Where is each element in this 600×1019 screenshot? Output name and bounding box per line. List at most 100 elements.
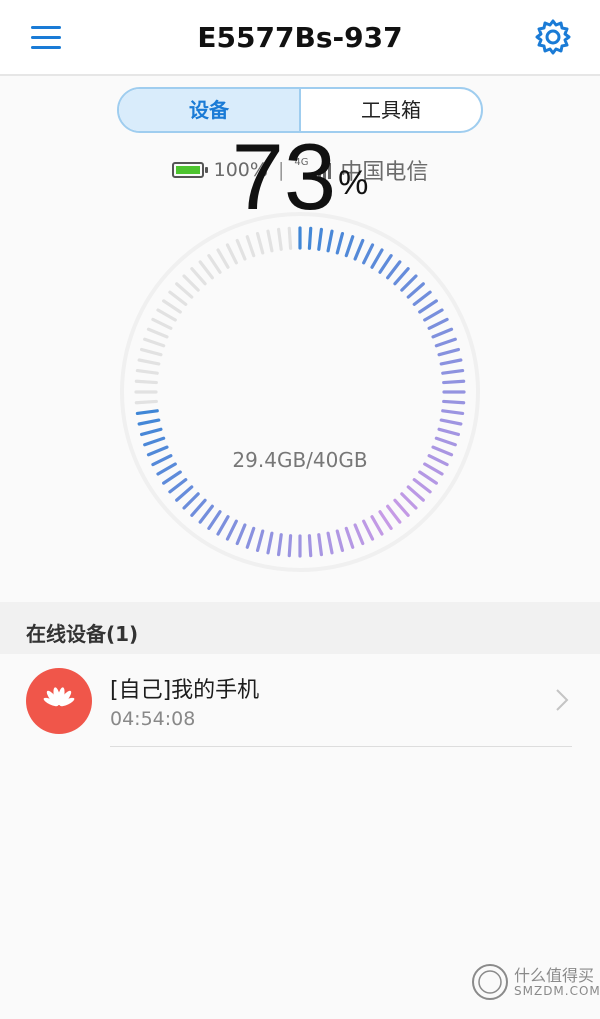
section-title: 在线设备(1) xyxy=(26,622,139,646)
gauge-tick-active xyxy=(441,368,465,375)
gauge-tick-active xyxy=(353,238,365,261)
gauge-tick-inactive xyxy=(156,308,177,322)
gauge-tick-active xyxy=(276,533,283,557)
gauge-tick-active xyxy=(198,504,214,524)
gauge-tick-active xyxy=(245,526,256,549)
gauge-tick-active xyxy=(423,308,444,322)
gauge-tick-active xyxy=(335,529,345,553)
gauge-tick-active xyxy=(378,254,393,274)
gauge-tick-active xyxy=(137,418,161,426)
gauge-tick-active xyxy=(441,409,465,416)
gauge-tick-active xyxy=(412,290,432,306)
smzdm-logo-icon xyxy=(472,964,508,1000)
gauge-tick-active xyxy=(317,533,324,557)
gauge-tick-inactive xyxy=(134,399,158,405)
gauge-outer-ring xyxy=(120,212,480,572)
gauge-tick-inactive xyxy=(137,358,161,366)
gauge-tick-inactive xyxy=(235,238,247,261)
gauge-tick-active xyxy=(182,492,200,510)
gauge-tick-inactive xyxy=(287,226,293,250)
huawei-logo-icon xyxy=(26,668,92,734)
gauge-tick-active xyxy=(143,436,166,447)
gauge-tick-active xyxy=(235,523,247,546)
gauge-tick-active xyxy=(370,515,384,536)
gauge-tick-active xyxy=(431,327,454,339)
gauge-tick-inactive xyxy=(139,347,163,357)
gauge-tick-active xyxy=(406,282,425,299)
gauge-tick-inactive xyxy=(168,290,188,306)
gauge-tick-active xyxy=(266,531,274,555)
gauge-tick-active xyxy=(434,436,457,447)
gauge-tick-active xyxy=(362,519,375,541)
watermark: 什么值得买 SMZDM.COM xyxy=(470,960,600,1010)
gauge-tick-inactive xyxy=(225,243,238,265)
list-item-device[interactable]: [自己]我的手机 04:54:08 xyxy=(0,654,600,748)
gauge-tick-active xyxy=(307,534,313,558)
gear-icon[interactable] xyxy=(534,18,572,56)
gauge-tick-active xyxy=(225,519,238,541)
gauge-tick-active xyxy=(406,485,425,502)
gauge-tick-active xyxy=(400,492,418,510)
watermark-cn: 什么值得买 xyxy=(514,966,595,985)
gauge-tick-active xyxy=(326,531,334,555)
gauge-tick-inactive xyxy=(255,231,265,255)
gauge-tick-active xyxy=(400,274,418,292)
data-usage-gauge xyxy=(120,212,480,572)
gauge-tick-inactive xyxy=(266,229,274,253)
usage-amount: 29.4GB/40GB xyxy=(232,448,368,472)
gauge-tick-active xyxy=(344,235,355,258)
usage-percent-sign: % xyxy=(338,164,369,202)
gauge-tick-active xyxy=(216,515,230,536)
gauge-tick-active xyxy=(362,243,375,265)
online-devices-header: 在线设备(1) xyxy=(0,602,600,654)
gauge-tick-inactive xyxy=(276,227,283,251)
watermark-en: SMZDM.COM xyxy=(514,984,600,998)
gauge-tick-active xyxy=(307,226,313,250)
gauge-tick-active xyxy=(439,358,463,366)
gauge-tick-inactive xyxy=(151,317,173,330)
gauge-tick-inactive xyxy=(143,337,166,348)
gauge-tick-active xyxy=(418,299,438,314)
gauge-tick-active xyxy=(175,485,194,502)
gauge-tick-active xyxy=(439,418,463,426)
gauge-tick-active xyxy=(442,399,466,405)
gauge-tick-active xyxy=(135,409,159,416)
gauge-tick-active xyxy=(139,427,163,437)
row-divider xyxy=(110,746,572,747)
gauge-tick-active xyxy=(370,248,384,269)
gauge-tick-active xyxy=(412,478,432,494)
usage-percent-value: 73 xyxy=(231,124,337,229)
gauge-tick-active xyxy=(287,534,293,558)
gauge-tick-inactive xyxy=(134,379,158,385)
usage-percent: 73% xyxy=(0,130,600,224)
gauge-tick-inactive xyxy=(162,299,182,314)
gauge-tick-inactive xyxy=(175,282,194,299)
gauge-tick-active xyxy=(344,526,355,549)
gauge-tick-active xyxy=(393,498,410,517)
app-header: E5577Bs-937 xyxy=(0,0,600,76)
device-name: [自己]我的手机 xyxy=(110,678,260,703)
hamburger-menu-icon[interactable] xyxy=(28,23,64,53)
gauge-tick-active xyxy=(190,498,207,517)
gauge-tick-active xyxy=(353,523,365,546)
gauge-tick-active xyxy=(386,260,402,280)
gauge-tick-active xyxy=(437,347,461,357)
gauge-tick-inactive xyxy=(216,248,230,269)
gauge-tick-active xyxy=(442,379,466,385)
gauge-tick-active xyxy=(427,317,449,330)
gauge-tick-inactive xyxy=(190,267,207,286)
gauge-tick-inactive xyxy=(182,274,200,292)
gauge-tick-active xyxy=(255,529,265,553)
gauge-tick-inactive xyxy=(245,235,256,258)
gauge-tick-active xyxy=(335,231,345,255)
gauge-tick-active xyxy=(162,470,182,485)
gauge-tick-active xyxy=(168,478,188,494)
chevron-right-icon xyxy=(556,689,569,711)
gauge-tick-active xyxy=(207,510,222,530)
gauge-tick-active xyxy=(386,504,402,524)
gauge-tick-active xyxy=(317,227,324,251)
gauge-tick-active xyxy=(434,337,457,348)
gauge-tick-inactive xyxy=(198,260,214,280)
page-title: E5577Bs-937 xyxy=(197,21,403,54)
gauge-tick-active xyxy=(393,267,410,286)
